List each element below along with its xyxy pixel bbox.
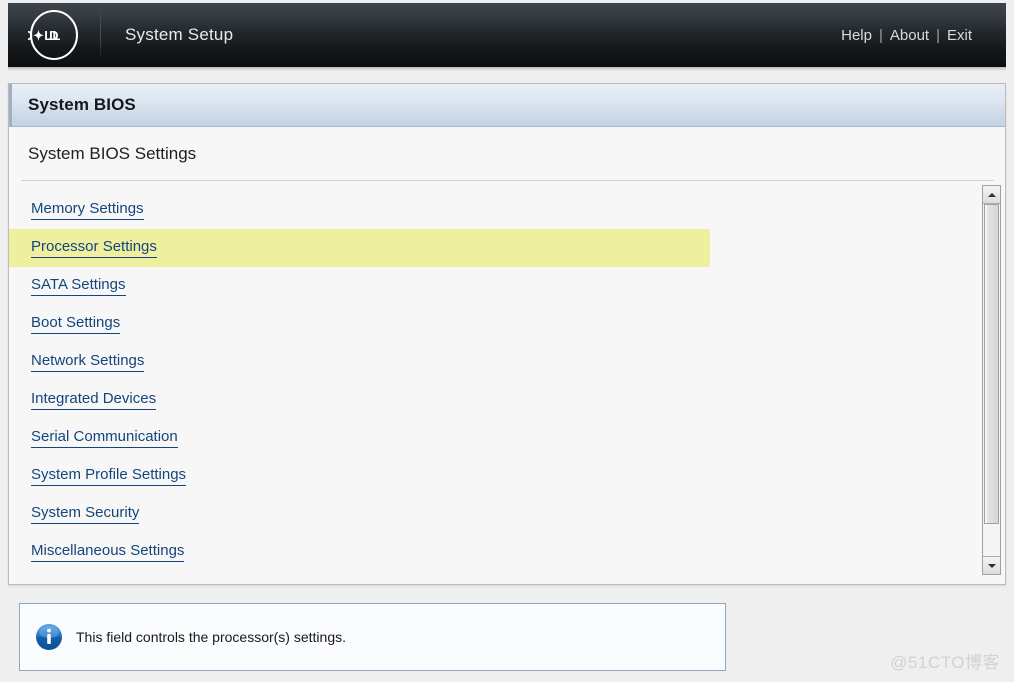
menu-item-label: Miscellaneous Settings: [31, 542, 185, 562]
titlebar-shadow: [8, 67, 1006, 71]
help-info-box: This field controls the processor(s) set…: [19, 603, 726, 671]
menu-item-label: Network Settings: [31, 352, 145, 372]
dell-oval-logo-icon: D D✦LL: [28, 9, 80, 61]
dell-logo-container: D D✦LL: [8, 9, 100, 61]
titlebar-links: Help | About | Exit: [841, 27, 972, 44]
menu-item-label: Boot Settings: [31, 314, 121, 334]
triangle-up-icon: [987, 192, 996, 197]
vertical-scrollbar[interactable]: [982, 185, 1001, 575]
section-title: System BIOS Settings: [28, 143, 197, 163]
scroll-down-button[interactable]: [983, 556, 1000, 574]
settings-menu-list: Memory Settings Processor Settings SATA …: [9, 191, 977, 571]
panel-header: System BIOS: [9, 84, 1005, 127]
system-bios-panel: System BIOS System BIOS Settings Memory …: [8, 83, 1006, 585]
menu-item-boot-settings[interactable]: Boot Settings: [9, 305, 977, 343]
menu-item-network-settings[interactable]: Network Settings: [9, 343, 977, 381]
menu-item-processor-settings[interactable]: Processor Settings: [9, 229, 710, 267]
menu-item-label: System Security: [31, 504, 140, 524]
watermark: @51CTO博客: [890, 653, 1000, 672]
about-link[interactable]: About: [890, 27, 929, 44]
scroll-up-button[interactable]: [983, 186, 1000, 204]
svg-text:D✦LL: D✦LL: [28, 28, 61, 43]
menu-item-label: Memory Settings: [31, 200, 144, 220]
menu-item-sata-settings[interactable]: SATA Settings: [9, 267, 977, 305]
menu-item-label: System Profile Settings: [31, 466, 187, 486]
link-separator-2: |: [936, 26, 940, 44]
menu-item-serial-communication[interactable]: Serial Communication: [9, 419, 977, 457]
titlebar-divider: [100, 11, 101, 59]
menu-item-miscellaneous-settings[interactable]: Miscellaneous Settings: [9, 533, 977, 571]
exit-link[interactable]: Exit: [947, 27, 972, 44]
menu-item-memory-settings[interactable]: Memory Settings: [9, 191, 977, 229]
menu-item-system-profile-settings[interactable]: System Profile Settings: [9, 457, 977, 495]
menu-item-integrated-devices[interactable]: Integrated Devices: [9, 381, 977, 419]
link-separator-1: |: [878, 26, 883, 44]
menu-item-label: Serial Communication: [31, 428, 178, 448]
triangle-down-icon: [987, 563, 996, 568]
settings-list-area: Memory Settings Processor Settings SATA …: [9, 181, 1005, 583]
scrollbar-thumb[interactable]: [984, 204, 999, 524]
info-circle-icon: [35, 623, 63, 651]
menu-item-label: Integrated Devices: [31, 390, 157, 410]
menu-item-system-security[interactable]: System Security: [9, 495, 977, 533]
menu-item-label: Processor Settings: [31, 238, 157, 258]
titlebar: D D✦LL System Setup Help | About | Exit: [8, 3, 1006, 67]
app-title: System Setup: [125, 25, 234, 44]
panel-subheader: System BIOS Settings: [9, 127, 1005, 180]
help-link[interactable]: Help: [841, 27, 872, 44]
menu-item-label: SATA Settings: [31, 276, 126, 296]
info-message: This field controls the processor(s) set…: [76, 629, 346, 645]
page-title: System BIOS: [28, 95, 136, 114]
